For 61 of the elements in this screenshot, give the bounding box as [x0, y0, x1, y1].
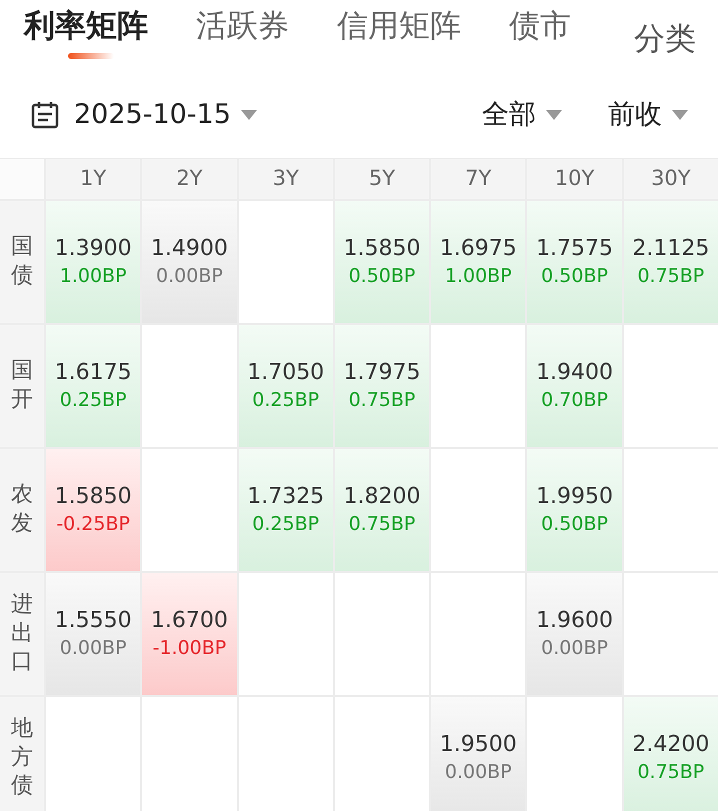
change-value: -0.25BP: [56, 512, 130, 538]
yield-value: 1.9950: [536, 483, 614, 512]
tab[interactable]: 债市: [509, 0, 571, 62]
change-value: 0.50BP: [541, 512, 608, 538]
yield-value: 1.9500: [440, 731, 517, 760]
calendar-icon: [30, 100, 60, 130]
column-header: 3Y: [238, 159, 333, 199]
caret-icon: [672, 110, 688, 120]
change-value: 0.00BP: [156, 264, 223, 290]
yield-value: 1.6175: [54, 359, 132, 388]
change-value: 1.00BP: [444, 264, 512, 290]
change-value: 0.75BP: [348, 388, 416, 414]
yield-value: 1.3900: [54, 235, 132, 264]
row-header: 进出口: [11, 591, 33, 676]
caret-icon: [546, 110, 562, 120]
tab[interactable]: 活跃券: [196, 0, 289, 62]
scope-dropdown[interactable]: 全部: [482, 94, 562, 136]
change-value: 0.70BP: [541, 388, 608, 414]
change-value: 0.00BP: [60, 636, 127, 662]
change-value: 0.25BP: [252, 388, 320, 414]
caret-icon: [240, 110, 257, 120]
change-value: -1.00BP: [152, 636, 226, 662]
date-picker[interactable]: 2025-10-15: [30, 94, 257, 136]
row-header: 地方债: [11, 715, 33, 800]
column-header: 30Y: [624, 159, 718, 199]
price-basis-dropdown[interactable]: 前收: [608, 94, 688, 136]
tab[interactable]: 利率矩阵: [24, 0, 148, 62]
row-header: 国开: [11, 357, 33, 414]
change-value: 0.75BP: [637, 264, 704, 290]
yield-value: 1.7975: [344, 359, 420, 388]
yield-value: 1.6975: [440, 235, 517, 264]
yield-value: 1.4900: [150, 235, 228, 264]
yield-value: 1.8200: [344, 483, 420, 512]
yield-value: 1.7575: [536, 235, 614, 264]
row-header: 农发: [11, 481, 33, 538]
yield-value: 1.7325: [247, 483, 324, 512]
change-value: 0.25BP: [252, 512, 320, 538]
tab[interactable]: 信用矩阵: [337, 0, 461, 62]
yield-value: 2.1125: [632, 235, 710, 264]
column-header: 2Y: [142, 159, 237, 199]
change-value: 0.00BP: [541, 636, 608, 662]
yield-value: 1.9400: [536, 359, 614, 388]
column-header: 7Y: [431, 159, 526, 199]
change-value: 1.00BP: [60, 264, 127, 290]
change-value: 0.25BP: [60, 388, 127, 414]
yield-value: 1.9600: [536, 607, 614, 636]
yield-value: 1.5550: [54, 607, 132, 636]
change-value: 0.00BP: [444, 760, 512, 786]
yield-value: 1.5850: [344, 235, 420, 264]
row-header: 国债: [11, 233, 33, 290]
yield-value: 2.4200: [632, 731, 710, 760]
change-value: 0.50BP: [348, 264, 416, 290]
column-header: 5Y: [334, 159, 430, 199]
change-value: 0.75BP: [637, 760, 704, 786]
column-header: 1Y: [46, 159, 140, 199]
change-value: 0.75BP: [348, 512, 416, 538]
yield-value: 1.7050: [247, 359, 324, 388]
yield-value: 1.6700: [150, 607, 228, 636]
column-header: 10Y: [527, 159, 622, 199]
yield-value: 1.5850: [54, 483, 132, 512]
change-value: 0.50BP: [541, 264, 608, 290]
